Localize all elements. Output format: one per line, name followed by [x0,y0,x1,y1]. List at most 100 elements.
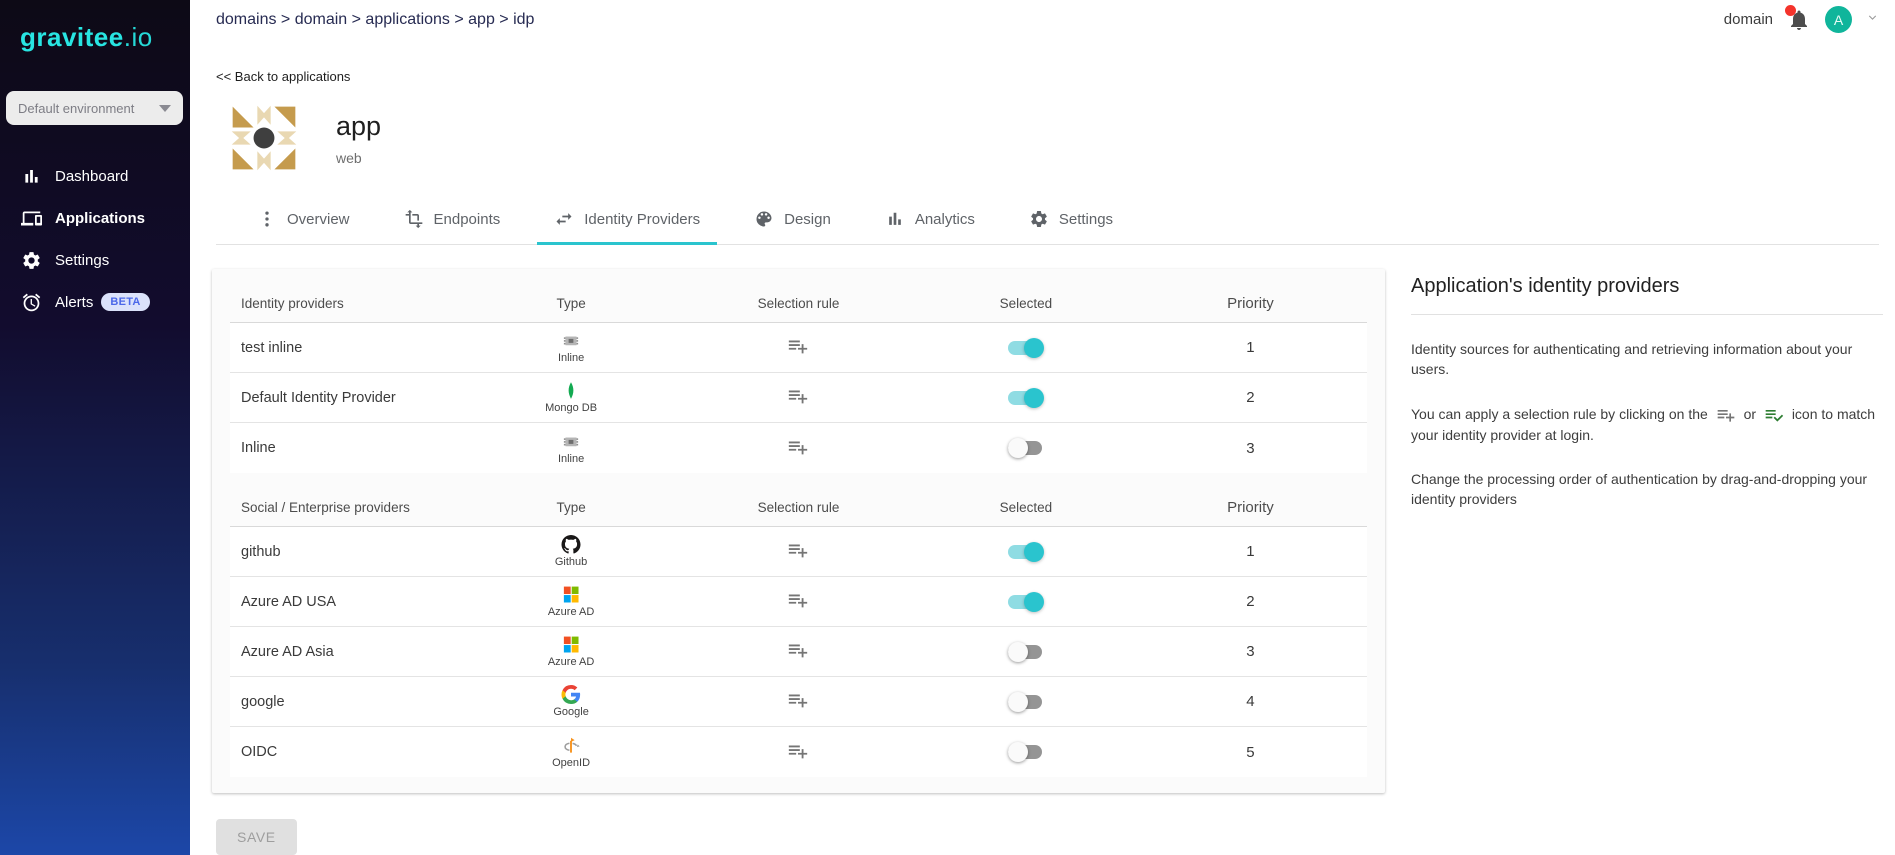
selection-rule-button[interactable] [785,537,811,566]
priority-value: 5 [1134,744,1367,761]
tab-design[interactable]: Design [727,196,858,244]
table-row[interactable]: test inline Inline 1 [230,323,1367,373]
provider-name: Azure AD Asia [230,644,463,660]
divider [1411,314,1883,315]
main-area: domains > domain > applications > app > … [190,0,1895,855]
more-vert-icon [257,209,277,229]
table-section: Social / Enterprise providers Type Selec… [230,489,1367,777]
column-header-selected: Selected [918,500,1134,515]
selected-toggle[interactable] [1008,742,1044,762]
selection-rule-button[interactable] [785,738,811,767]
column-header-priority: Priority [1134,295,1367,312]
table-row[interactable]: google Google 4 [230,677,1367,727]
notification-dot [1785,5,1796,16]
help-panel-title: Application's identity providers [1411,275,1883,298]
selection-rule-button[interactable] [785,637,811,666]
table-row[interactable]: Azure AD Asia Azure AD 3 [230,627,1367,677]
provider-type: Inline [463,331,679,364]
column-header-selected: Selected [918,296,1134,311]
playlist-add-icon [1716,405,1736,425]
provider-type: Azure AD [463,635,679,668]
bar-chart-icon [885,209,905,229]
app-identicon [226,100,302,176]
content: Identity providers Type Selection rule S… [212,269,1883,793]
selected-toggle[interactable] [1008,388,1044,408]
sidebar-item-dashboard[interactable]: Dashboard [0,155,190,197]
selection-rule-button[interactable] [785,333,811,362]
help-panel: Application's identity providers Identit… [1411,269,1883,534]
table-row[interactable]: OIDC OpenID 5 [230,727,1367,777]
inline-icon [560,432,582,451]
selected-toggle[interactable] [1008,642,1044,662]
notifications-button[interactable] [1787,8,1811,32]
provider-type: Azure AD [463,585,679,618]
tab-endpoints[interactable]: Endpoints [377,196,528,244]
tab-label: Settings [1059,211,1113,228]
sidebar-item-settings[interactable]: Settings [0,239,190,281]
table-row[interactable]: github Github 1 [230,527,1367,577]
tab-analytics[interactable]: Analytics [858,196,1002,244]
back-to-applications-link[interactable]: << Back to applications [216,69,350,84]
gear-icon [21,250,42,271]
selection-rule-button[interactable] [785,587,811,616]
chevron-down-icon [159,105,171,112]
table-row[interactable]: Default Identity Provider Mongo DB 2 [230,373,1367,423]
provider-name: Default Identity Provider [230,390,463,406]
avatar[interactable]: A [1825,6,1852,33]
environment-selector[interactable]: Default environment [6,91,183,125]
provider-type-label: Azure AD [548,656,594,668]
table-row[interactable]: Azure AD USA Azure AD 2 [230,577,1367,627]
azuread-icon [560,635,582,654]
selected-toggle[interactable] [1008,592,1044,612]
provider-type-label: OpenID [552,757,590,769]
sidebar-item-label: Applications [55,210,145,227]
chevron-down-icon[interactable] [1866,11,1879,29]
sidebar-item-applications[interactable]: Applications [0,197,190,239]
provider-type: Google [463,685,679,718]
tab-identity-providers[interactable]: Identity Providers [527,196,727,244]
provider-name: OIDC [230,744,463,760]
provider-name: Azure AD USA [230,594,463,610]
column-header-type: Type [463,500,679,515]
tab-overview[interactable]: Overview [230,196,377,244]
breadcrumb[interactable]: domains > domain > applications > app > … [216,11,534,29]
provider-name: test inline [230,340,463,356]
provider-type: Inline [463,432,679,465]
selected-toggle[interactable] [1008,542,1044,562]
provider-name: github [230,544,463,560]
openid-icon [560,736,582,755]
page-title: app [336,111,381,142]
help-paragraph-2: You can apply a selection rule by clicki… [1411,404,1883,446]
app-type-label: web [336,150,381,166]
sidebar-item-alerts[interactable]: Alerts BETA [0,281,190,323]
gravitee-logo: gravitee.io [0,0,190,53]
swap-horiz-icon [554,209,574,229]
topbar: domains > domain > applications > app > … [190,0,1895,39]
save-button[interactable]: SAVE [216,819,297,855]
selected-toggle[interactable] [1008,438,1044,458]
sidebar-item-label: Alerts [55,294,93,311]
provider-type-label: Google [553,706,588,718]
priority-value: 3 [1134,440,1367,457]
selected-toggle[interactable] [1008,692,1044,712]
selection-rule-button[interactable] [785,687,811,716]
provider-name: google [230,694,463,710]
alarm-icon [21,292,42,313]
table-row[interactable]: Inline Inline 3 [230,423,1367,473]
tab-settings[interactable]: Settings [1002,196,1140,244]
selected-toggle[interactable] [1008,338,1044,358]
selection-rule-button[interactable] [785,383,811,412]
column-header-priority: Priority [1134,499,1367,516]
google-icon [560,685,582,704]
provider-type-label: Inline [558,453,584,465]
tab-label: Analytics [915,211,975,228]
column-header-selection-rule: Selection rule [679,296,918,311]
beta-badge: BETA [101,293,149,311]
column-header-providers: Identity providers [230,296,463,311]
topbar-right: domain A [1724,6,1879,33]
app-header: app web [226,100,1895,176]
domain-label[interactable]: domain [1724,11,1773,28]
selection-rule-button[interactable] [785,434,811,463]
playlist-check-icon [1764,405,1784,425]
transform-icon [404,209,424,229]
